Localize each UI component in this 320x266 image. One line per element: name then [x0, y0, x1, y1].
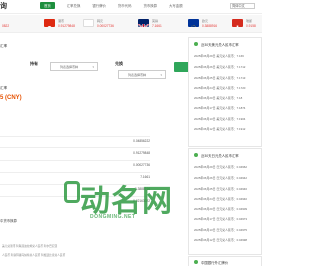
divider: [0, 136, 150, 137]
nav-currency-codes[interactable]: 货币代码: [118, 3, 132, 9]
watermark-logo-icon: [64, 181, 80, 203]
site-logo[interactable]: 询: [0, 1, 7, 11]
select-placeholder: 列表选择币种: [60, 65, 79, 69]
watermark-subtitle: DONGMING.NET: [90, 214, 136, 220]
divider: [0, 147, 150, 148]
chart-icon: [194, 153, 198, 157]
boc-rates-panel: 中国银行外汇牌价: [188, 256, 262, 266]
rate-value: 7.1661: [152, 23, 162, 28]
history-row[interactable]: 2025年06月20日 美元兑人民币：7.18: [194, 96, 242, 100]
history-row[interactable]: 2025年06月26日 日元兑人民币：0.04942: [194, 176, 247, 180]
panel-title: 近30天日元兑人民币汇率: [201, 154, 239, 158]
rate-value: 0.91279848: [58, 23, 75, 28]
result-label: 汇率: [0, 86, 8, 90]
divider: [0, 172, 150, 173]
nav-home[interactable]: 首页: [40, 2, 55, 9]
language-select[interactable]: 简体中文: [230, 2, 255, 9]
nav-capital-amount[interactable]: 大写金额: [169, 3, 183, 9]
nav-currency-convert[interactable]: 货币换算: [143, 3, 157, 9]
history-row[interactable]: 2025年06月24日 日元兑人民币：0.04940: [194, 197, 247, 201]
nav-exchange[interactable]: 汇率兑换: [67, 3, 81, 9]
history-row[interactable]: 2025年06月25日 日元兑人民币：0.04946: [194, 187, 247, 191]
history-row[interactable]: 2025年06月13日 日元兑人民币：0.04975: [194, 228, 247, 232]
history-row[interactable]: 2025年06月17日 美元兑人民币：7.1874: [194, 106, 245, 110]
hong-kong-flag-icon: [44, 19, 55, 27]
list-value: 0.00027736: [133, 163, 150, 167]
uk-flag-icon: [138, 19, 149, 27]
result-value: 5 (CNY): [0, 95, 22, 101]
top-header: 询 首页 汇率兑换 银行牌价 货币代码 货币换算 大写金额 简体中文: [0, 0, 262, 14]
currency-links[interactable]: 人民币 阿塞拜疆马纳特兑人民币 阿根廷比索兑人民币: [2, 253, 65, 257]
history-row[interactable]: 2025年06月25日 美元兑人民币：7.1713: [194, 76, 245, 80]
jpy-history-panel: 近30天日元兑人民币汇率 2025年06月29日 日元兑人民币：0.04962 …: [188, 148, 262, 255]
chevron-down-icon: ▾: [92, 65, 94, 69]
eu-flag-icon: [188, 19, 199, 27]
rate-value: 0.00027736: [97, 23, 114, 28]
exchange-label: 兑换: [115, 61, 123, 66]
history-row[interactable]: 2025年06月29日 美元兑人民币：7.166: [194, 54, 244, 58]
history-row[interactable]: 2025年06月12日 日元兑人民币：0.04998: [194, 238, 247, 242]
history-row[interactable]: 2025年06月26日 美元兑人民币：7.1712: [194, 65, 245, 69]
panel-title: 中国银行外汇牌价: [201, 261, 229, 265]
south-korea-flag-icon: [83, 19, 94, 27]
language-label: 简体中文: [232, 3, 245, 8]
converter-title: 汇率: [0, 44, 8, 48]
bank-icon: [194, 260, 198, 264]
usd-history-panel: 近30天美元兑人民币汇率 2025年06月29日 美元兑人民币：7.166 20…: [188, 37, 262, 147]
history-row[interactable]: 2025年06月29日 日元兑人民币：0.04962: [194, 165, 247, 169]
rate-name: 瑞郎: [246, 19, 253, 23]
hold-currency-select[interactable]: 列表选择币种 ▾: [50, 62, 98, 71]
rate-value: 0.3888916: [202, 23, 218, 28]
history-row[interactable]: 2025年06月12日 美元兑人民币：7.1912: [194, 127, 245, 131]
rate-name: 港币: [58, 19, 65, 23]
history-row[interactable]: 2025年06月13日 美元兑人民币：7.1904: [194, 117, 245, 121]
chevron-down-icon: ▾: [160, 73, 162, 77]
history-row[interactable]: 2025年06月24日 美元兑人民币：7.1720: [194, 86, 245, 90]
history-row[interactable]: 2025年06月17日 日元兑人民币：0.04973: [194, 217, 247, 221]
hold-label: 持有: [30, 61, 38, 66]
history-row[interactable]: 2025年06月20日 日元兑人民币：0.04909: [194, 207, 247, 211]
main-nav: 首页 汇率兑换 银行牌价 货币代码 货币换算 大写金额: [40, 2, 195, 9]
nav-bank-rates[interactable]: 银行牌价: [92, 3, 106, 9]
swiss-flag-icon: [232, 19, 243, 27]
panel-title: 近30天美元兑人民币汇率: [201, 43, 239, 47]
rates-ticker: 0822 港币 0.91279848 韩元 0.00027736 英镑 7.16…: [0, 15, 262, 33]
list-value: 0.91279848: [133, 151, 150, 155]
target-currency-select[interactable]: 列表选择币种 ▾: [118, 70, 166, 79]
rate-value: 0.9158: [246, 23, 256, 28]
list-value: 0.04856222: [133, 139, 150, 143]
chart-icon: [194, 42, 198, 46]
section-title: 中货币换算: [0, 219, 17, 223]
currency-links[interactable]: 美元兑港币 阿联酋迪拉姆兑人民币 阿尔巴尼亚: [2, 244, 57, 248]
rate-name: 欧元: [202, 19, 209, 23]
rate-name: 英镑: [152, 19, 159, 23]
rate-name: 韩元: [97, 19, 104, 23]
select-placeholder: 列表选择币种: [128, 73, 147, 77]
divider: [0, 160, 150, 161]
rate-value: 0822: [2, 23, 10, 28]
